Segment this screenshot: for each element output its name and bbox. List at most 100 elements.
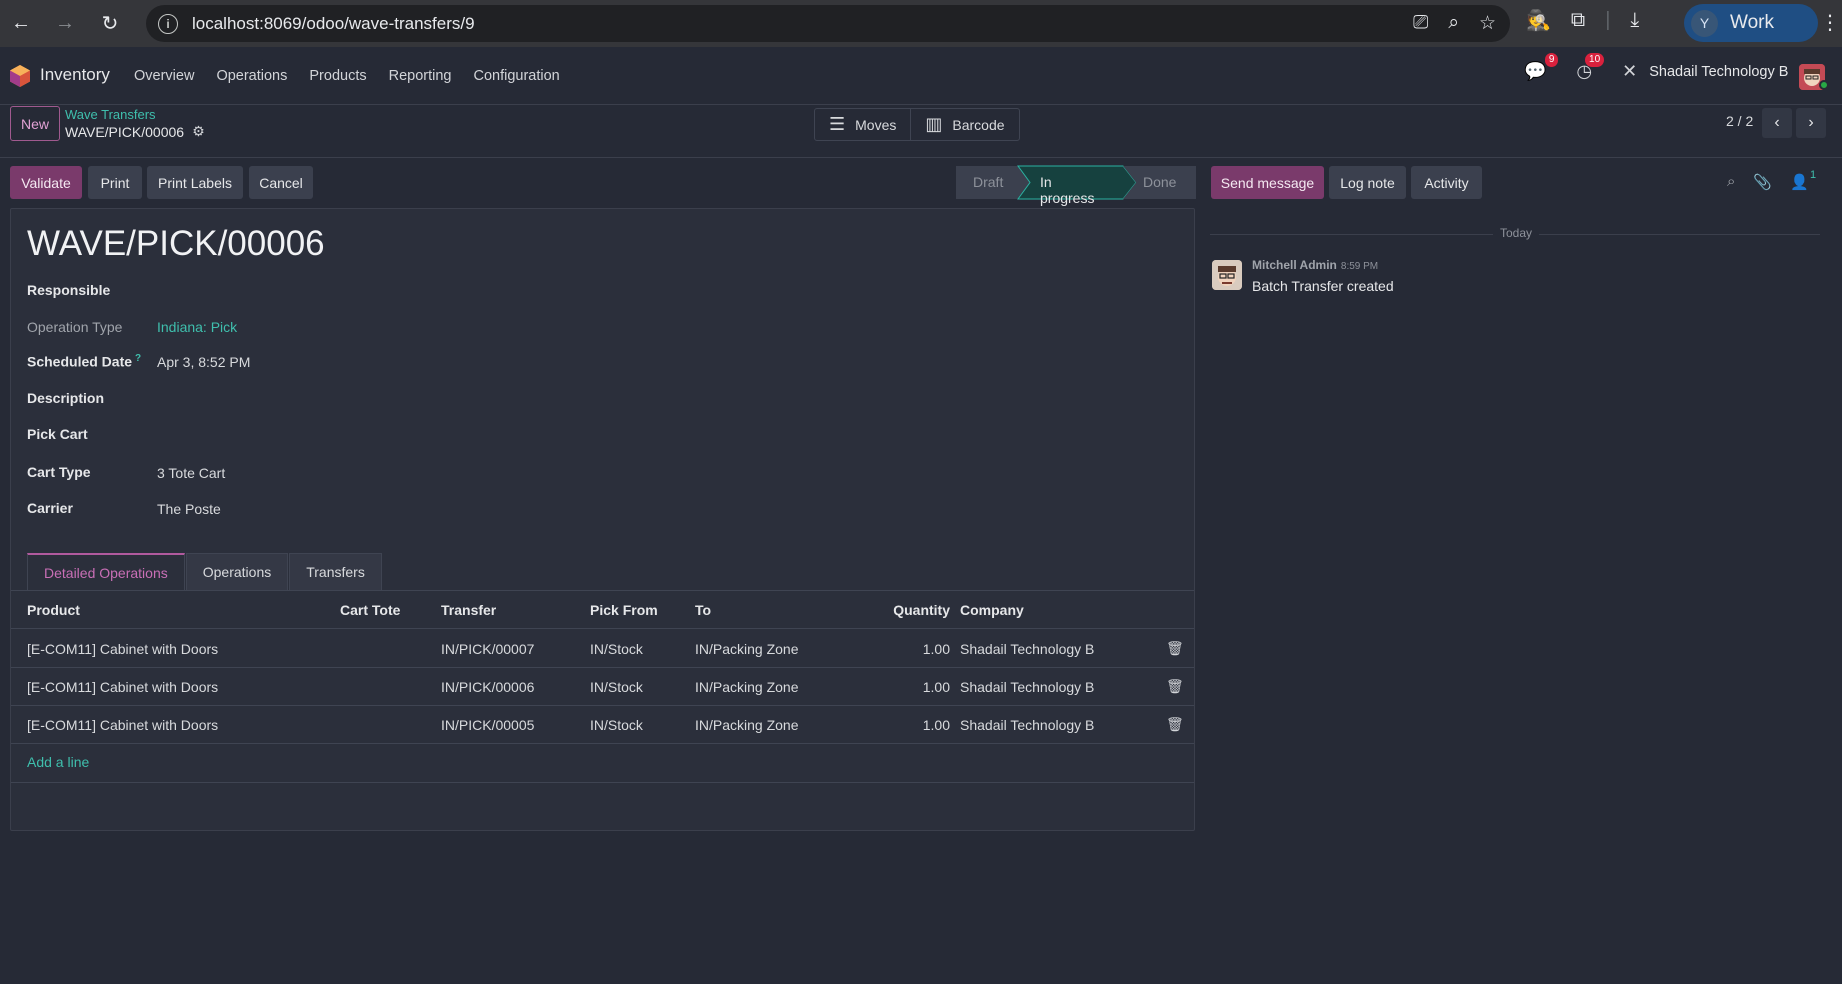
cancel-button[interactable]: Cancel [249, 166, 313, 199]
carrier-value[interactable]: The Poste [157, 501, 221, 517]
profile-avatar: Y [1691, 9, 1718, 37]
zoom-icon[interactable]: ⌕ [1448, 12, 1459, 35]
site-info-icon[interactable]: i [158, 13, 178, 34]
row-product: [E-COM11] Cabinet with Doors [27, 641, 219, 657]
log-note-button[interactable]: Log note [1329, 166, 1406, 199]
scheduled-date-label: Scheduled Date? [27, 353, 141, 370]
followers-icon[interactable]: 👤 [1790, 173, 1809, 191]
status-draft[interactable]: Draft [973, 174, 1003, 190]
divider [0, 157, 1842, 158]
search-icon[interactable]: ⌕ [1727, 173, 1735, 191]
menu-configuration[interactable]: Configuration [473, 68, 559, 84]
menu-reporting[interactable]: Reporting [389, 68, 452, 84]
row-quantity: 1.00 [922, 679, 950, 695]
table-header: Product Cart Tote Transfer Pick From To … [11, 591, 1194, 629]
breadcrumb-current: WAVE/PICK/00006 ⚙ [65, 123, 205, 140]
delete-row-icon[interactable]: 🗑 [1166, 716, 1184, 733]
moves-label: Moves [855, 116, 897, 133]
pager-previous-icon[interactable]: ‹ [1762, 108, 1792, 138]
responsible-label: Responsible [27, 282, 111, 298]
forward-icon[interactable]: → [48, 6, 82, 40]
activities-badge: 10 [1585, 53, 1605, 67]
gear-icon[interactable]: ⚙ [192, 123, 205, 140]
paperclip-icon[interactable]: 📎 [1753, 173, 1772, 191]
message-body: Batch Transfer created [1252, 278, 1394, 294]
divider [11, 782, 1194, 783]
table-row[interactable]: [E-COM11] Cabinet with Doors IN/PICK/000… [11, 706, 1194, 744]
reload-icon[interactable]: ↻ [93, 6, 127, 40]
row-pick-from: IN/Stock [590, 679, 643, 695]
pager-value[interactable]: 2 / 2 [1726, 113, 1753, 129]
delete-row-icon[interactable]: 🗑 [1166, 678, 1184, 695]
download-icon[interactable]: ⤓ [1630, 9, 1639, 32]
header-to[interactable]: To [695, 602, 711, 618]
profile-label: Work [1730, 12, 1774, 33]
add-line-link[interactable]: Add a line [27, 754, 89, 770]
row-pick-from: IN/Stock [590, 717, 643, 733]
row-pick-from: IN/Stock [590, 641, 643, 657]
incognito-icon[interactable]: 🕵 [1526, 8, 1551, 33]
menu-overview[interactable]: Overview [134, 68, 194, 84]
messages-icon[interactable]: 💬 9 [1524, 53, 1559, 82]
message-author-avatar[interactable] [1212, 260, 1242, 290]
print-button[interactable]: Print [88, 166, 142, 199]
breadcrumb-parent[interactable]: Wave Transfers [65, 107, 156, 122]
operation-type-value[interactable]: Indiana: Pick [157, 319, 237, 335]
header-company[interactable]: Company [960, 602, 1024, 618]
new-button[interactable]: New [10, 106, 60, 141]
address-bar[interactable]: i localhost:8069/odoo/wave-transfers/9 ⎚… [146, 5, 1510, 42]
tab-transfers[interactable]: Transfers [289, 553, 382, 591]
delete-row-icon[interactable]: 🗑 [1166, 640, 1184, 657]
header-pick-from[interactable]: Pick From [590, 602, 658, 618]
row-transfer: IN/PICK/00006 [441, 679, 535, 695]
message-author-name[interactable]: Mitchell Admin [1252, 258, 1337, 272]
header-product[interactable]: Product [27, 602, 80, 618]
chatter-toolbar: ⌕ 📎 👤 [1727, 173, 1809, 191]
menu-products[interactable]: Products [309, 68, 366, 84]
messages-badge: 9 [1544, 53, 1559, 67]
divider: | [1605, 9, 1611, 31]
record-title[interactable]: WAVE/PICK/00006 [27, 224, 325, 264]
browser-menu-icon[interactable]: ⋮ [1820, 10, 1840, 35]
status-in-progress[interactable]: In progress [1040, 174, 1094, 206]
description-label: Description [27, 390, 105, 406]
header-quantity[interactable]: Quantity [893, 602, 950, 618]
menu-operations[interactable]: Operations [216, 68, 287, 84]
back-icon[interactable]: ← [4, 6, 38, 40]
help-tooltip-icon[interactable]: ? [135, 353, 141, 364]
inventory-app-icon[interactable] [10, 65, 30, 87]
table-row[interactable]: [E-COM11] Cabinet with Doors IN/PICK/000… [11, 630, 1194, 668]
row-to: IN/Packing Zone [695, 641, 799, 657]
control-panel: New Wave Transfers WAVE/PICK/00006 ⚙ ☰ M… [0, 105, 1842, 157]
cart-type-value[interactable]: 3 Tote Cart [157, 465, 225, 481]
row-transfer: IN/PICK/00007 [441, 641, 535, 657]
pick-cart-label: Pick Cart [27, 426, 88, 442]
tab-operations[interactable]: Operations [185, 553, 289, 591]
install-app-icon[interactable]: ⎚ [1413, 12, 1428, 35]
moves-button[interactable]: ☰ Moves [815, 109, 910, 140]
status-done[interactable]: Done [1143, 174, 1176, 190]
profile-button[interactable]: Y Work [1684, 4, 1818, 42]
extensions-icon[interactable]: ⧉ [1571, 9, 1585, 32]
row-to: IN/Packing Zone [695, 717, 799, 733]
activity-button[interactable]: Activity [1411, 166, 1482, 199]
pager-next-icon[interactable]: › [1796, 108, 1826, 138]
row-company: Shadail Technology B [960, 641, 1095, 657]
header-transfer[interactable]: Transfer [441, 602, 496, 618]
app-name[interactable]: Inventory [40, 65, 110, 85]
activities-icon[interactable]: ◷ 10 [1576, 53, 1605, 82]
table-row[interactable]: [E-COM11] Cabinet with Doors IN/PICK/000… [11, 668, 1194, 706]
debug-tools-icon[interactable]: ✕ [1622, 61, 1637, 82]
tab-detailed-operations[interactable]: Detailed Operations [27, 553, 185, 591]
validate-button[interactable]: Validate [10, 166, 82, 199]
odoo-navbar: Inventory Overview Operations Products R… [0, 47, 1842, 105]
company-switcher[interactable]: Shadail Technology B [1649, 64, 1788, 80]
send-message-button[interactable]: Send message [1211, 166, 1324, 199]
print-labels-button[interactable]: Print Labels [147, 166, 243, 199]
scheduled-date-value[interactable]: Apr 3, 8:52 PM [157, 354, 250, 370]
bookmark-star-icon[interactable]: ☆ [1479, 12, 1496, 35]
barcode-button[interactable]: ▥ Barcode [910, 109, 1018, 140]
url-text[interactable]: localhost:8069/odoo/wave-transfers/9 [192, 14, 475, 34]
header-cart-tote[interactable]: Cart Tote [340, 602, 400, 618]
barcode-icon: ▥ [925, 114, 943, 134]
